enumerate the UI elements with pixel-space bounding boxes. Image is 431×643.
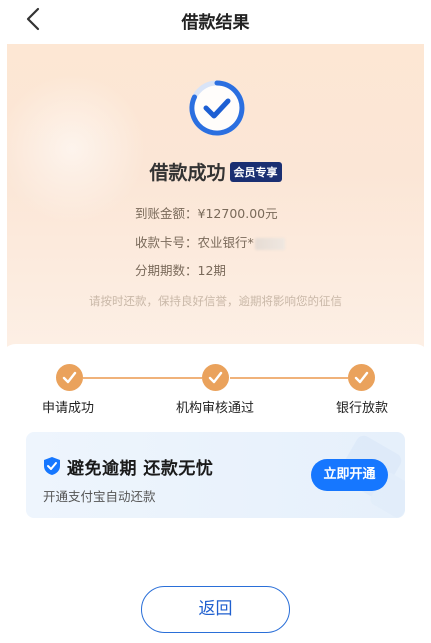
- promo-subtitle: 开通支付宝自动还款: [43, 489, 156, 504]
- member-badge: 会员专享: [229, 161, 282, 182]
- result-hero: 借款成功 会员专享 到账金额：¥12700.00元 收款卡号：农业银行* 分期期数…: [0, 44, 424, 362]
- step-label-approved: 机构审核通过: [176, 401, 255, 416]
- hero-glow: [0, 74, 147, 224]
- masked-card-number: [254, 237, 285, 250]
- step-connector: [83, 377, 202, 379]
- shield-check-icon: [44, 457, 60, 475]
- info-card-value: 农业银行*: [197, 235, 254, 250]
- info-amount-label: 到账金额：: [135, 206, 198, 221]
- info-terms: 分期期数：12期: [135, 260, 226, 279]
- page-title: 借款结果: [181, 13, 250, 33]
- info-card: 收款卡号：农业银行*: [135, 232, 285, 251]
- info-amount-value: ¥12700.00元: [197, 206, 278, 221]
- info-terms-value: 12期: [197, 263, 226, 278]
- status-row: 借款成功 会员专享: [7, 158, 424, 185]
- return-button[interactable]: 返回: [141, 586, 290, 633]
- nav-bar: 借款结果: [0, 0, 431, 38]
- step-check-icon: [348, 364, 375, 391]
- step-check-icon: [56, 364, 83, 391]
- info-card-label: 收款卡号：: [135, 235, 198, 250]
- status-text: 借款成功: [149, 162, 226, 184]
- info-terms-label: 分期期数：: [135, 263, 198, 278]
- info-amount: 到账金额：¥12700.00元: [135, 203, 278, 222]
- check-circle-icon: [189, 80, 245, 136]
- step-check-icon: [202, 364, 229, 391]
- step-label-applied: 申请成功: [42, 401, 95, 416]
- enable-now-button[interactable]: 立即开通: [311, 459, 388, 491]
- step-label-disbursed: 银行放款: [336, 401, 389, 416]
- repayment-hint: 请按时还款，保持良好信誉，逾期将影响您的征信: [89, 294, 342, 308]
- step-connector: [230, 377, 348, 379]
- promo-title: 避免逾期 还款无忧: [67, 459, 214, 479]
- autopay-promo-card[interactable]: 避免逾期 还款无忧 开通支付宝自动还款 立即开通: [26, 432, 405, 518]
